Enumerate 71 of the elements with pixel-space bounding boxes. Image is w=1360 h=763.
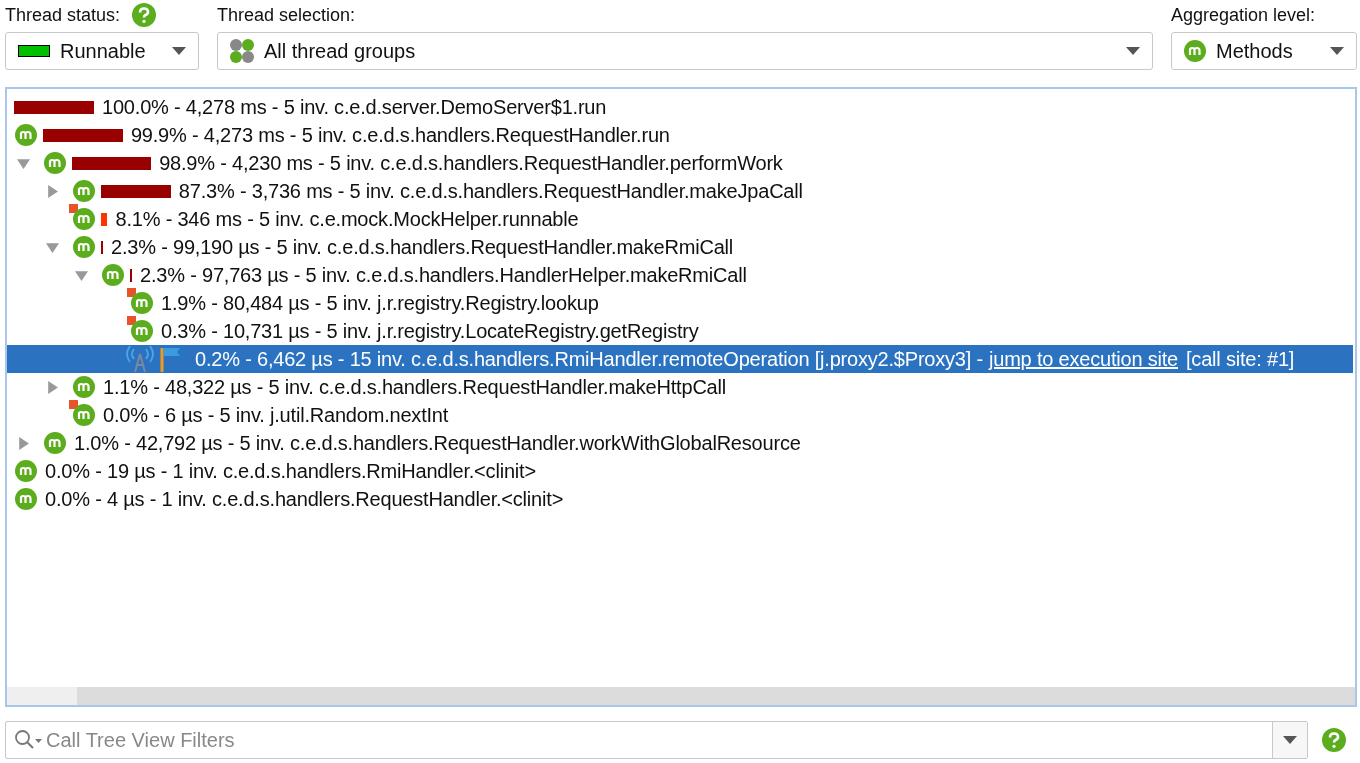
tree-row[interactable]: 98.9% - 4,230 ms - 5 inv. c.e.d.s.handlers.RequestHandler.performWork [7,149,1353,177]
expanded-arrow-icon[interactable] [75,268,88,282]
call-tree-entry: 0.0% - 4 µs - 1 inv. c.e.d.s.handlers.RequestHandler.<clinit> [45,487,564,511]
tree-row[interactable]: 2.3% - 97,763 µs - 5 inv. c.e.d.s.handlers.HandlerHelper.makeRmiCall [7,261,1353,289]
thread-status-label: Thread status: [5,4,121,26]
method-icon [15,488,37,510]
flag-icon [159,346,181,372]
tree-row[interactable]: 8.1% - 346 ms - 5 inv. c.e.mock.MockHelper.runnable [7,205,1353,233]
call-tree-entry: 0.2% - 6,462 µs - 15 inv. c.e.d.s.handlers.RmiHandler.remoteOperation [j.proxy2.$Proxy3] - [195,347,983,371]
thread-selection-dropdown[interactable]: All thread groups [217,32,1153,70]
filter-dropdown-button[interactable] [1272,722,1307,758]
call-tree-entry: 1.9% - 80,484 µs - 5 inv. j.r.registry.Registry.lookup [161,291,599,315]
collapsed-arrow-icon[interactable] [17,436,30,450]
thread-groups-icon [230,39,254,63]
expanded-arrow-icon[interactable] [17,156,30,170]
call-tree-entry: 2.3% - 99,190 µs - 5 inv. c.e.d.s.handlers.RequestHandler.makeRmiCall [111,235,734,259]
collapsed-arrow-icon[interactable] [46,380,59,394]
call-tree-entry: 8.1% - 346 ms - 5 inv. c.e.mock.MockHelper.runnable [115,207,579,231]
method-icon [44,152,66,174]
dropdown-arrow-icon [1330,47,1344,55]
call-tree-entry: 0.3% - 10,731 µs - 5 inv. j.r.registry.LocateRegistry.getRegistry [161,319,699,343]
tree-row[interactable]: 0.3% - 10,731 µs - 5 inv. j.r.registry.LocateRegistry.getRegistry [7,317,1353,345]
method-icon [1184,40,1206,62]
call-tree-entry: 0.0% - 19 µs - 1 inv. c.e.d.s.handlers.RmiHandler.<clinit> [45,459,536,483]
filter-field[interactable]: Call Tree View Filters [5,721,1308,759]
dropdown-arrow-icon [172,47,186,55]
tree-row[interactable]: 1.0% - 42,792 µs - 5 inv. c.e.d.s.handlers.RequestHandler.workWithGlobalResource [7,429,1353,457]
tree-row[interactable]: 0.2% - 6,462 µs - 15 inv. c.e.d.s.handlers.RmiHandler.remoteOperation [j.proxy2.$Proxy3] - jump to execution site [call site: #1] [7,345,1353,373]
method-hotspot-icon [127,316,153,342]
method-icon [73,180,95,202]
jump-link[interactable]: jump to execution site [988,347,1178,371]
thread-status-dropdown[interactable]: Runnable [5,32,199,70]
tree-row[interactable]: 1.1% - 48,322 µs - 5 inv. c.e.d.s.handlers.RequestHandler.makeHttpCall [7,373,1353,401]
tree-row[interactable]: 0.0% - 19 µs - 1 inv. c.e.d.s.handlers.RmiHandler.<clinit> [7,457,1353,485]
search-icon [14,729,44,751]
call-tree-entry: 2.3% - 97,763 µs - 5 inv. c.e.d.s.handlers.HandlerHelper.makeRmiCall [140,263,747,287]
call-tree-entry: 98.9% - 4,230 ms - 5 inv. c.e.d.s.handlers.RequestHandler.performWork [159,151,783,175]
call-site-label: [call site: #1] [1186,347,1295,371]
method-hotspot-icon [69,204,95,230]
method-icon [73,236,95,258]
call-tree-entry: 100.0% - 4,278 ms - 5 inv. c.e.d.server.DemoServer$1.run [102,95,607,119]
thread-selection-label: Thread selection: [217,4,356,26]
method-hotspot-icon [69,400,95,426]
method-icon [15,460,37,482]
tree-row[interactable]: 100.0% - 4,278 ms - 5 inv. c.e.d.server.DemoServer$1.run [7,93,1353,121]
aggregation-level-label: Aggregation level: [1171,4,1316,26]
tree-row[interactable]: 99.9% - 4,273 ms - 5 inv. c.e.d.s.handlers.RequestHandler.run [7,121,1353,149]
method-icon [44,432,66,454]
method-icon [73,376,95,398]
method-icon [15,124,37,146]
tree-row[interactable]: 0.0% - 6 µs - 5 inv. j.util.Random.nextInt [7,401,1353,429]
aggregation-level-dropdown[interactable]: Methods [1171,32,1357,70]
collapsed-arrow-icon[interactable] [46,184,59,198]
tree-row[interactable]: 1.9% - 80,484 µs - 5 inv. j.r.registry.Registry.lookup [7,289,1353,317]
tree-row[interactable]: 87.3% - 3,736 ms - 5 inv. c.e.d.s.handlers.RequestHandler.makeJpaCall [7,177,1353,205]
method-icon [102,264,124,286]
dropdown-arrow-icon [1283,736,1297,744]
call-tree-entry: 1.1% - 48,322 µs - 5 inv. c.e.d.s.handlers.RequestHandler.makeHttpCall [103,375,727,399]
tree-row[interactable]: 0.0% - 4 µs - 1 inv. c.e.d.s.handlers.RequestHandler.<clinit> [7,485,1353,513]
runnable-swatch-icon [18,45,50,57]
method-hotspot-icon [127,288,153,314]
call-tree-entry: 99.9% - 4,273 ms - 5 inv. c.e.d.s.handlers.RequestHandler.run [130,123,670,147]
help-icon[interactable] [132,3,157,27]
call-tree-entry: 0.0% - 6 µs - 5 inv. j.util.Random.nextInt [103,403,449,427]
antenna-icon [125,346,155,372]
call-tree-entry: 1.0% - 42,792 µs - 5 inv. c.e.d.s.handlers.RequestHandler.workWithGlobalResource [74,431,801,455]
expanded-arrow-icon[interactable] [46,240,59,254]
tree-row[interactable]: 2.3% - 99,190 µs - 5 inv. c.e.d.s.handlers.RequestHandler.makeRmiCall [7,233,1353,261]
call-tree-entry: 87.3% - 3,736 ms - 5 inv. c.e.d.s.handlers.RequestHandler.makeJpaCall [178,179,803,203]
help-icon[interactable] [1322,728,1346,752]
dropdown-arrow-icon [1126,47,1140,55]
